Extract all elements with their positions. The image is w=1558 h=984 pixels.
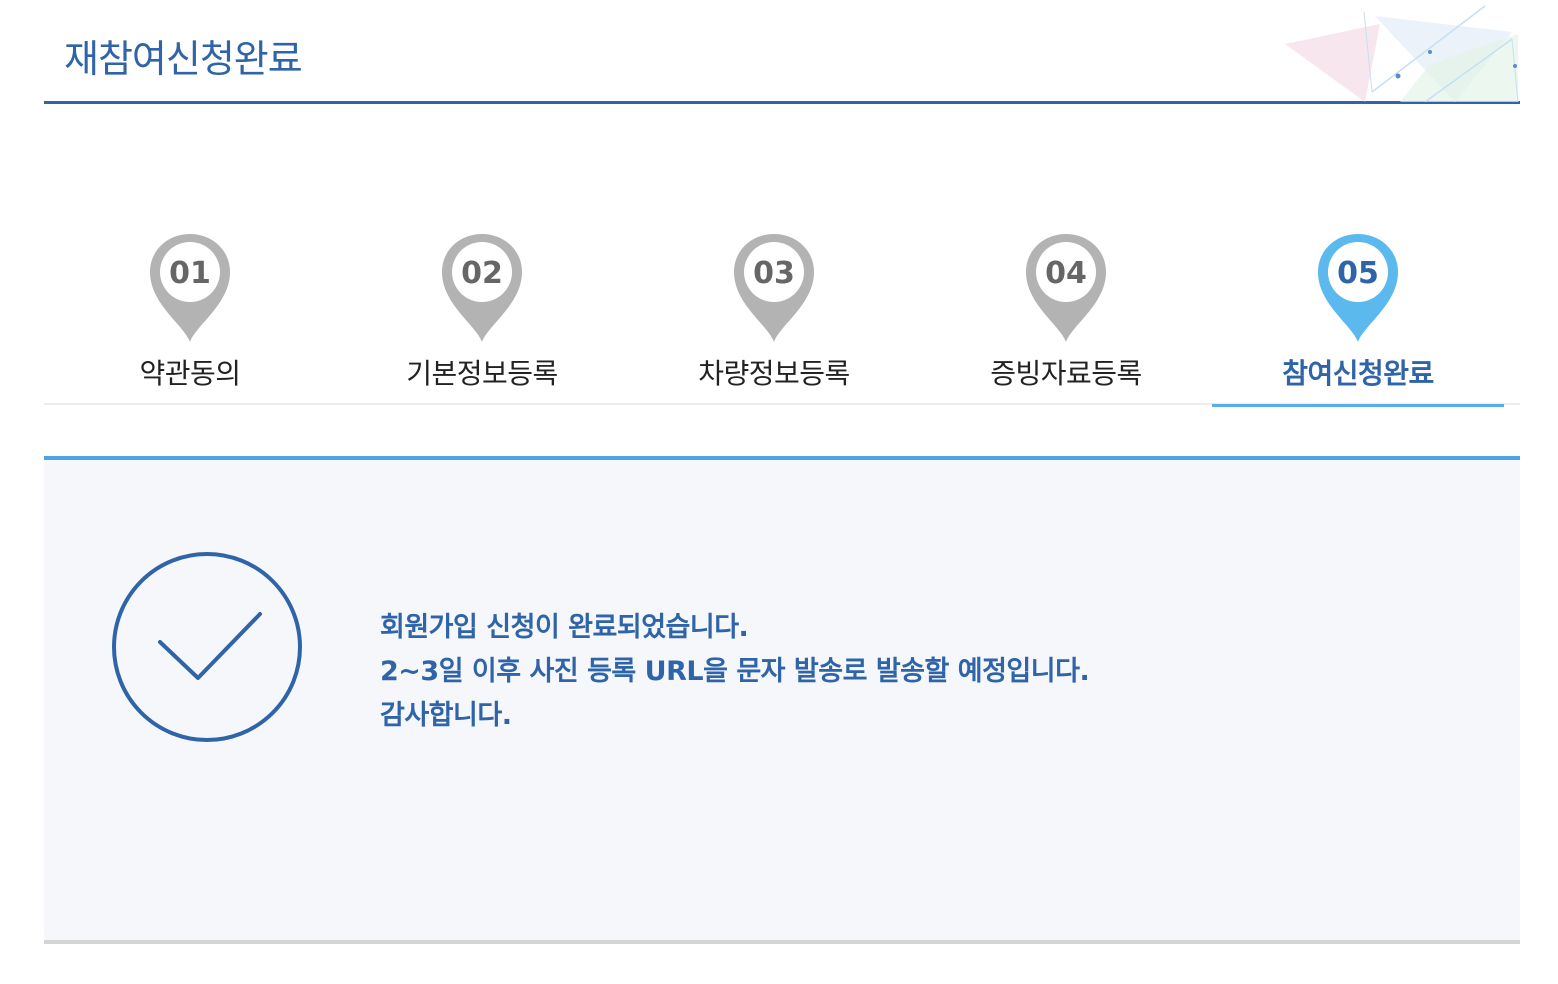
step-5-pin-icon: 05 (1318, 234, 1398, 342)
header-decoration (1285, 5, 1519, 102)
step-2-pin-icon: 02 (442, 234, 522, 342)
step-3-label: 차량정보등록 (698, 357, 850, 390)
step-1: 01 약관동의 (44, 230, 336, 405)
page-title: 재참여신청완료 (64, 37, 303, 81)
step-4: 04 증빙자료등록 (920, 230, 1212, 405)
step-1-label: 약관동의 (139, 357, 241, 390)
step-3-pin-icon: 03 (734, 234, 814, 342)
step-2-number: 02 (461, 256, 503, 291)
progress-steps: 01 약관동의 02 기본정보등록 03 차량정보등록 04 증빙자료등록 05 (44, 230, 1520, 407)
check-circle-icon (112, 552, 302, 742)
step-4-pin-icon: 04 (1026, 234, 1106, 342)
step-5-number: 05 (1337, 256, 1379, 291)
completion-panel: 회원가입 신청이 완료되었습니다. 2~3일 이후 사진 등록 URL을 문자 … (44, 456, 1520, 944)
step-2-label: 기본정보등록 (406, 357, 558, 390)
step-4-number: 04 (1045, 256, 1087, 291)
step-3: 03 차량정보등록 (628, 230, 920, 405)
step-4-label: 증빙자료등록 (990, 357, 1142, 390)
completion-message-line-1: 회원가입 신청이 완료되었습니다. (380, 612, 749, 643)
completion-message-line-3: 감사합니다. (380, 700, 512, 731)
step-3-number: 03 (753, 256, 795, 291)
page-header: 재참여신청완료 (44, 0, 1520, 104)
step-2: 02 기본정보등록 (336, 230, 628, 405)
step-5-label: 참여신청완료 (1282, 357, 1434, 390)
step-5: 05 참여신청완료 (1212, 230, 1504, 407)
completion-message-line-2: 2~3일 이후 사진 등록 URL을 문자 발송로 발송할 예정입니다. (380, 656, 1090, 687)
completion-message: 회원가입 신청이 완료되었습니다. 2~3일 이후 사진 등록 URL을 문자 … (380, 606, 1090, 738)
step-1-pin-icon: 01 (150, 234, 230, 342)
step-1-number: 01 (169, 256, 211, 291)
